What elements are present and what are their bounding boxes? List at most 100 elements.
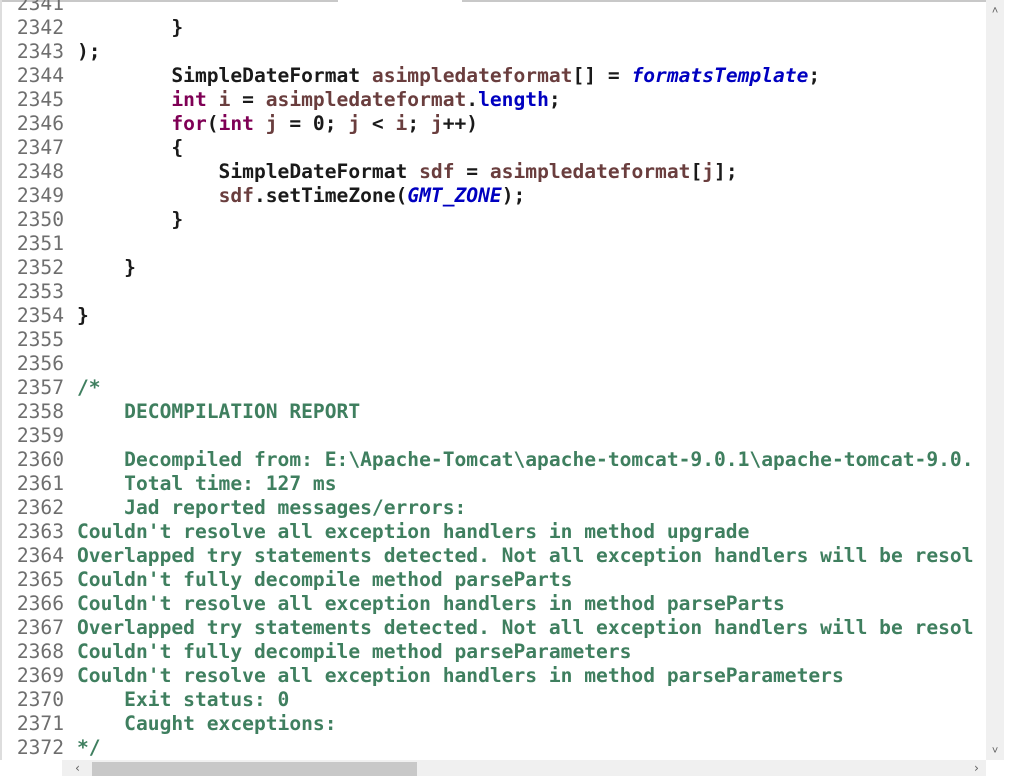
line-code: }	[77, 208, 183, 232]
scroll-right-icon[interactable]: ›	[973, 760, 980, 776]
line-number: 2359	[16, 424, 64, 447]
line-code: */	[77, 736, 101, 760]
line-number: 2350	[16, 208, 64, 231]
code-token: ];	[714, 160, 738, 183]
code-token: Overlapped try statements detected. Not …	[77, 544, 974, 567]
line-code: }	[77, 16, 183, 40]
code-token: Couldn't fully decompile method parsePar…	[77, 640, 632, 663]
code-token: .setTimeZone(	[253, 184, 408, 207]
code-token: ++)	[442, 112, 479, 135]
line-code: SimpleDateFormat asimpledateformat[] = f…	[77, 64, 820, 88]
code-token: (	[206, 112, 219, 135]
code-token: for	[171, 112, 207, 135]
line-code: for(int j = 0; j < i; j++)	[77, 112, 478, 136]
code-token: formatsTemplate	[631, 64, 809, 87]
code-token: [	[690, 160, 703, 183]
line-number: 2348	[16, 160, 64, 183]
code-token: SimpleDateFormat	[77, 64, 372, 87]
code-token: ;	[548, 88, 561, 111]
horizontal-scroll-thumb[interactable]	[92, 762, 417, 776]
code-token: }	[77, 304, 89, 327]
line-number: 2364	[16, 544, 64, 567]
line-number: 2366	[16, 592, 64, 615]
code-token: }	[77, 208, 184, 231]
line-code: }	[77, 256, 136, 280]
horizontal-scrollbar[interactable]: ‹ ›	[62, 760, 986, 776]
code-token: /*	[77, 376, 101, 399]
line-code: Couldn't fully decompile method parsePar…	[77, 640, 631, 664]
line-code: Couldn't fully decompile method parsePar…	[77, 568, 572, 592]
code-token: */	[77, 736, 101, 759]
code-token: SimpleDateFormat	[77, 160, 420, 183]
code-token: <	[360, 112, 396, 135]
scroll-down-icon[interactable]: ˅	[986, 744, 1004, 758]
code-token: j	[702, 160, 715, 183]
code-token: Couldn't resolve all exception handlers …	[77, 520, 750, 543]
line-code: Caught exceptions:	[77, 712, 337, 736]
scroll-left-icon[interactable]: ‹	[74, 760, 81, 776]
code-token: .	[466, 88, 479, 111]
line-number: 2342	[16, 16, 64, 39]
code-token: ;	[808, 64, 821, 87]
code-token: length	[478, 88, 549, 111]
line-number: 2362	[16, 496, 64, 519]
code-token: j	[430, 112, 443, 135]
code-token: int	[218, 112, 254, 135]
code-token: }	[77, 256, 136, 279]
line-number: 2371	[16, 712, 64, 735]
line-code: );	[77, 40, 101, 64]
line-code: SimpleDateFormat sdf = asimpledateformat…	[77, 160, 738, 184]
line-number: 2354	[16, 304, 64, 327]
code-token: asimpledateformat	[489, 160, 691, 183]
code-token: Jad reported messages/errors:	[77, 496, 467, 519]
scroll-up-icon[interactable]: ˄	[986, 4, 1004, 18]
code-token: DECOMPILATION REPORT	[77, 400, 361, 423]
code-token: =	[230, 88, 266, 111]
code-token: Couldn't resolve all exception handlers …	[77, 664, 844, 687]
code-token: j	[265, 112, 278, 135]
code-token: }	[77, 16, 184, 39]
vertical-scrollbar[interactable]: ˄ ˅	[986, 0, 1004, 760]
code-token: );	[501, 184, 526, 207]
line-number: 2343	[16, 40, 64, 63]
line-number: 2372	[16, 736, 64, 759]
code-token: Couldn't resolve all exception handlers …	[77, 592, 785, 615]
line-code: /*	[77, 376, 101, 400]
code-token: =	[454, 160, 490, 183]
line-number: 2352	[16, 256, 64, 279]
code-token: = 0;	[277, 112, 349, 135]
line-number: 2353	[16, 280, 64, 303]
code-editor[interactable]: 2341 2342 } 2343); 2344 SimpleDateFormat as…	[0, 0, 988, 760]
line-number: 2346	[16, 112, 64, 135]
line-code: Total time: 127 ms	[77, 472, 336, 496]
line-number: 2341	[16, 0, 64, 15]
code-token: GMT_ZONE	[407, 184, 502, 207]
line-number: 2365	[16, 568, 64, 591]
line-code: Couldn't resolve all exception handlers …	[77, 592, 785, 616]
line-number: 2355	[16, 328, 64, 351]
line-number: 2356	[16, 352, 64, 375]
line-number: 2349	[16, 184, 64, 207]
line-number: 2361	[16, 472, 64, 495]
code-token: {	[77, 136, 184, 159]
line-number: 2369	[16, 664, 64, 687]
line-code: {	[77, 136, 183, 160]
code-token: i	[395, 112, 408, 135]
line-number: 2360	[16, 448, 64, 471]
line-code: Couldn't resolve all exception handlers …	[77, 664, 844, 688]
line-code: sdf.setTimeZone(GMT_ZONE);	[77, 184, 526, 208]
line-code: Exit status: 0	[77, 688, 289, 712]
code-token: Caught exceptions:	[77, 712, 337, 735]
line-number: 2345	[16, 88, 64, 111]
code-token: [] =	[572, 64, 632, 87]
line-code: int i = asimpledateformat.length;	[77, 88, 561, 112]
code-token: int	[171, 88, 207, 111]
code-token: i	[218, 88, 231, 111]
line-number: 2370	[16, 688, 64, 711]
line-number: 2367	[16, 616, 64, 639]
